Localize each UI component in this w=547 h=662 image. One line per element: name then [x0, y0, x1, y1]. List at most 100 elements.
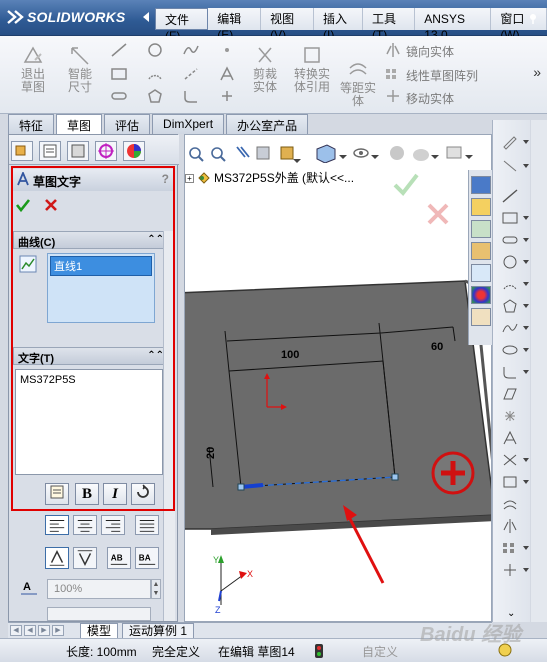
collapse-icon[interactable]: ⌃⌃	[147, 350, 164, 361]
graphics-area[interactable]: + MS372P5S外盖 (默认<<... 100 60 20 Y X Z	[184, 134, 492, 622]
dimension-20[interactable]: 20	[205, 447, 217, 459]
dropdown-icon[interactable]	[523, 304, 529, 308]
circle-icon[interactable]	[501, 254, 519, 270]
convert-entities-button[interactable]: 转换实体引用	[290, 44, 334, 94]
custom-properties-icon[interactable]	[471, 308, 491, 326]
circle-tool-icon[interactable]	[146, 42, 164, 58]
menu-pin-icon[interactable]	[527, 12, 539, 24]
sketch-text-tool-icon[interactable]	[218, 66, 236, 82]
italic-button[interactable]: I	[103, 483, 127, 505]
search-results-icon[interactable]	[471, 264, 491, 282]
collapse-icon[interactable]: ⌃⌃	[147, 234, 164, 245]
dropdown-icon[interactable]	[523, 458, 529, 462]
menu-tools[interactable]: 工具(T)	[362, 8, 416, 42]
sketch-icon[interactable]	[501, 134, 519, 150]
spacing-field[interactable]	[47, 607, 151, 621]
property-manager-tab[interactable]	[39, 141, 61, 161]
line-tool-icon[interactable]	[110, 42, 128, 58]
dropdown-icon[interactable]	[523, 326, 529, 330]
dropdown-icon[interactable]	[523, 216, 529, 220]
plane-icon[interactable]	[501, 386, 519, 402]
design-library-icon[interactable]	[471, 220, 491, 238]
dropdown-icon[interactable]	[523, 348, 529, 352]
rebuild-light-icon[interactable]	[314, 643, 324, 659]
dropdown-icon[interactable]	[523, 164, 529, 168]
bold-button[interactable]: B	[75, 483, 99, 505]
status-custom[interactable]: 自定义	[362, 643, 398, 660]
tab-motion-study[interactable]: 运动算例 1	[122, 623, 195, 639]
text-icon[interactable]	[501, 430, 519, 446]
menu-edit[interactable]: 编辑(E)	[208, 8, 262, 42]
tab-dimxpert[interactable]: DimXpert	[152, 114, 225, 134]
upside-down-button[interactable]	[73, 547, 97, 569]
appearances-icon[interactable]	[471, 286, 491, 304]
display-manager-tab[interactable]	[123, 141, 145, 161]
dropdown-icon[interactable]	[523, 370, 529, 374]
arc-icon[interactable]	[501, 276, 519, 292]
line-icon[interactable]	[501, 188, 519, 204]
convert-icon[interactable]	[501, 474, 519, 490]
justify-button[interactable]	[135, 515, 159, 535]
curves-group-header[interactable]: 曲线(C) ⌃⌃	[13, 231, 169, 249]
dropdown-icon[interactable]	[523, 546, 529, 550]
rectangle-icon[interactable]	[501, 210, 519, 226]
trim-entities-button[interactable]: 剪裁实体	[244, 44, 286, 94]
dropdown-icon[interactable]	[523, 282, 529, 286]
width-spinner[interactable]: ▲ ▼	[151, 579, 161, 599]
ellipse-icon[interactable]	[501, 342, 519, 358]
menu-view[interactable]: 视图(V)	[261, 8, 315, 42]
align-right-button[interactable]	[101, 515, 125, 535]
dropdown-icon[interactable]	[523, 260, 529, 264]
move-icon[interactable]	[501, 562, 519, 578]
text-group-header[interactable]: 文字(T) ⌃⌃	[13, 347, 169, 365]
point-tool-icon[interactable]	[218, 42, 236, 58]
dropdown-icon[interactable]	[523, 568, 529, 572]
tab-model[interactable]: 模型	[80, 623, 119, 639]
mirror-text-button[interactable]: BA	[135, 547, 159, 569]
offset-entities-button[interactable]: 等距实体	[338, 58, 378, 108]
rotate-button[interactable]	[131, 483, 155, 505]
mirror-icon[interactable]	[501, 518, 519, 534]
align-left-button[interactable]	[45, 515, 69, 535]
more-commands-icon[interactable]: »	[533, 64, 541, 80]
menu-ansys[interactable]: ANSYS 13.0	[415, 8, 492, 42]
linear-pattern-button[interactable]: 线性草图阵列	[406, 67, 478, 84]
dimxpert-manager-tab[interactable]	[95, 141, 117, 161]
dimension-100[interactable]: 100	[281, 349, 299, 361]
dropdown-icon[interactable]	[523, 140, 529, 144]
slot-tool-icon[interactable]	[110, 88, 128, 104]
polygon-tool-icon[interactable]	[146, 88, 164, 104]
vertical-flip-button[interactable]	[45, 547, 69, 569]
curves-selection-list[interactable]: 直线1	[47, 253, 155, 323]
dimension-60[interactable]: 60	[431, 341, 443, 353]
trim-icon[interactable]	[501, 452, 519, 468]
font-dialog-button[interactable]	[45, 483, 69, 505]
configuration-manager-tab[interactable]	[67, 141, 89, 161]
text-input[interactable]: MS372P5S	[15, 369, 163, 475]
panel-scrollbar[interactable]	[163, 231, 175, 621]
spline-icon[interactable]	[501, 320, 519, 336]
point-icon[interactable]	[501, 408, 519, 424]
cancel-x-icon[interactable]	[43, 197, 59, 213]
first-tab-icon[interactable]: ◀	[10, 625, 22, 636]
tab-features[interactable]: 特征	[8, 114, 55, 134]
polygon-icon[interactable]	[501, 298, 519, 314]
feature-manager-tab[interactable]	[11, 141, 33, 161]
align-center-button[interactable]	[73, 515, 97, 535]
next-tab-icon[interactable]: ▶	[38, 625, 50, 636]
arc-tool-icon[interactable]	[146, 66, 164, 82]
tab-evaluate[interactable]: 评估	[104, 114, 151, 134]
help-status-icon[interactable]	[498, 643, 512, 657]
smart-dimension-button[interactable]: 智能尺寸	[60, 44, 100, 94]
dropdown-icon[interactable]	[523, 238, 529, 242]
help-icon[interactable]: ?	[162, 172, 169, 186]
smart-dimension-icon[interactable]	[501, 158, 519, 174]
exit-sketch-button[interactable]: 退出草图	[14, 44, 52, 94]
menu-file[interactable]: 文件(F)	[155, 8, 209, 43]
dropdown-icon[interactable]	[523, 480, 529, 484]
toolbar-more-icon[interactable]: ⌄	[507, 608, 515, 619]
fillet-icon[interactable]	[501, 364, 519, 380]
plane-tool-icon[interactable]	[218, 88, 236, 104]
list-item[interactable]: 直线1	[50, 256, 152, 276]
last-tab-icon[interactable]: ▶	[52, 625, 64, 636]
